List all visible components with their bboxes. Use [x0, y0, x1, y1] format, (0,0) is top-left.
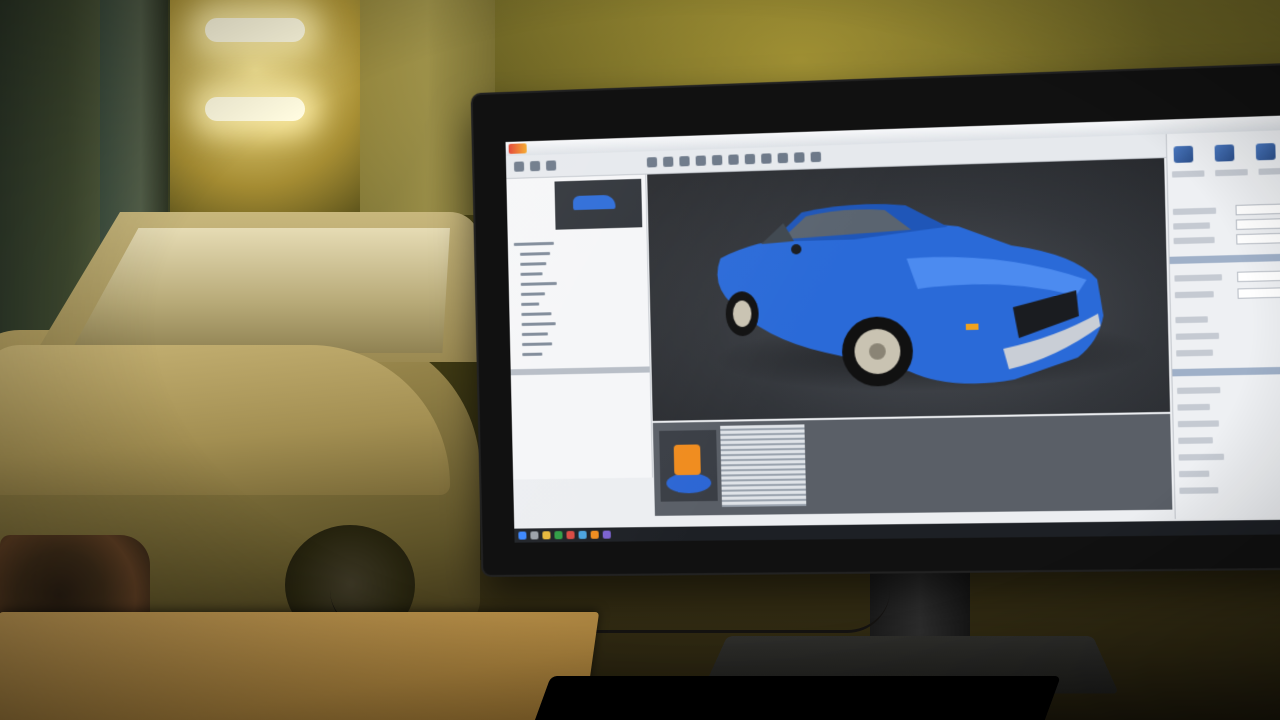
- taskbar-app-icon[interactable]: [554, 531, 563, 540]
- toolbar-icon[interactable]: [744, 153, 756, 165]
- tree-item[interactable]: [520, 292, 546, 296]
- toolbar-icon[interactable]: [545, 160, 557, 171]
- folder-icon[interactable]: [542, 531, 551, 540]
- tool-icon[interactable]: [1173, 145, 1194, 163]
- toolbar-icon[interactable]: [529, 160, 541, 172]
- toolbar-icon[interactable]: [663, 156, 674, 167]
- os-taskbar: [514, 519, 1280, 543]
- toolbar-icon[interactable]: [761, 153, 772, 164]
- data-table[interactable]: [720, 424, 807, 507]
- browser-icon[interactable]: [578, 530, 587, 539]
- tool-icon[interactable]: [1214, 144, 1235, 162]
- print-preview[interactable]: [659, 429, 718, 502]
- toolbar-icon[interactable]: [646, 157, 658, 168]
- property-label: [1175, 332, 1220, 340]
- taskbar-app-icon[interactable]: [566, 530, 575, 540]
- properties-panel: [1165, 128, 1280, 519]
- model-thumbnail[interactable]: [554, 178, 643, 230]
- property-label: [1178, 437, 1213, 444]
- asset-strip: [652, 413, 1173, 516]
- property-label: [1177, 386, 1221, 395]
- property-label: [1177, 420, 1219, 428]
- toolbar-icon[interactable]: [679, 156, 690, 167]
- tool-icon[interactable]: [1255, 143, 1276, 161]
- panel-divider[interactable]: [510, 366, 650, 376]
- blue-car-model: [716, 201, 1105, 389]
- property-field[interactable]: [1235, 202, 1280, 216]
- print-part: [673, 444, 701, 476]
- property-label: [1179, 487, 1219, 494]
- notebook: [0, 612, 600, 720]
- toolbar-icon[interactable]: [810, 151, 822, 163]
- taskbar-app-icon[interactable]: [530, 531, 539, 540]
- property-label: [1258, 167, 1280, 175]
- toolbar-icon[interactable]: [728, 154, 739, 165]
- toolbar-icon[interactable]: [794, 152, 805, 163]
- property-field[interactable]: [1237, 286, 1280, 299]
- photo-scene: [0, 0, 1280, 720]
- keyboard: [529, 676, 1061, 720]
- property-field[interactable]: [1237, 269, 1280, 283]
- property-label: [1177, 403, 1210, 411]
- property-label: [1173, 222, 1211, 230]
- toolbar-icon[interactable]: [513, 161, 525, 172]
- tree-item[interactable]: [522, 342, 553, 347]
- toolbar-icon[interactable]: [695, 155, 707, 166]
- garage-lamp-bottom: [205, 97, 305, 121]
- property-label: [1172, 207, 1217, 216]
- tree-item[interactable]: [520, 281, 557, 286]
- property-label: [1171, 170, 1205, 178]
- property-label: [1174, 291, 1214, 299]
- tree-item[interactable]: [521, 312, 552, 316]
- tree-item[interactable]: [522, 352, 543, 357]
- tree-item[interactable]: [521, 332, 548, 337]
- tree-item[interactable]: [520, 251, 551, 256]
- scene-tree-panel: [506, 174, 654, 480]
- property-label: [1178, 470, 1210, 478]
- tree-item[interactable]: [520, 272, 543, 276]
- start-icon[interactable]: [518, 531, 527, 540]
- tree-item[interactable]: [521, 322, 556, 326]
- section-header[interactable]: [1172, 365, 1280, 377]
- property-label: [1175, 316, 1208, 324]
- taskbar-app-icon[interactable]: [590, 530, 599, 539]
- property-label: [1173, 236, 1215, 245]
- print-bed: [666, 472, 712, 494]
- property-label: [1174, 274, 1223, 282]
- taskbar-app-icon[interactable]: [602, 530, 611, 539]
- computer-monitor: [472, 63, 1280, 576]
- property-label: [1215, 169, 1248, 177]
- property-field[interactable]: [1235, 216, 1280, 230]
- monitor-screen: [505, 113, 1280, 543]
- toolbar-icon[interactable]: [777, 152, 789, 164]
- tree-item[interactable]: [521, 302, 540, 306]
- thumbnail-car: [572, 194, 616, 211]
- tree-item[interactable]: [520, 262, 547, 266]
- garage-lamp-top: [205, 18, 305, 42]
- property-label: [1176, 349, 1213, 357]
- tree-item[interactable]: [513, 241, 554, 246]
- car-side-marker: [965, 323, 979, 331]
- toolbar-icon[interactable]: [711, 154, 723, 166]
- 3d-viewport[interactable]: [647, 158, 1171, 421]
- app-logo-icon: [508, 143, 527, 154]
- property-field[interactable]: [1236, 231, 1280, 245]
- property-label: [1178, 453, 1225, 461]
- dusty-car-hood: [0, 345, 450, 495]
- section-header[interactable]: [1169, 252, 1280, 265]
